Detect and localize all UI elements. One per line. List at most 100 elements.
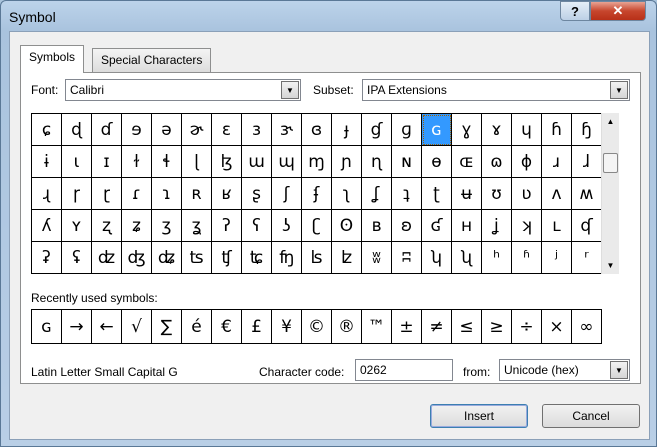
symbol-cell[interactable]: ɵ: [422, 146, 452, 178]
symbol-cell[interactable]: ɜ: [242, 114, 272, 146]
symbol-cell[interactable]: ʚ: [392, 210, 422, 242]
scroll-up-icon[interactable]: ▲: [602, 117, 619, 126]
symbol-cell[interactable]: ʬ: [362, 242, 392, 274]
symbol-cell[interactable]: ɳ: [362, 146, 392, 178]
symbol-cell[interactable]: ɯ: [242, 146, 272, 178]
close-button[interactable]: ✕: [590, 1, 646, 21]
symbol-cell[interactable]: ʯ: [452, 242, 482, 274]
symbol-cell[interactable]: ʃ: [272, 178, 302, 210]
symbol-cell[interactable]: ɩ: [62, 146, 92, 178]
symbol-cell[interactable]: ʀ: [182, 178, 212, 210]
symbol-cell[interactable]: ʤ: [122, 242, 152, 274]
symbol-cell[interactable]: ʊ: [482, 178, 512, 210]
subset-select[interactable]: IPA Extensions ▼: [362, 79, 630, 101]
symbol-cell[interactable]: ʎ: [32, 210, 62, 242]
symbol-cell[interactable]: ʘ: [332, 210, 362, 242]
recent-symbol-cell[interactable]: ¥: [272, 310, 302, 344]
symbol-cell[interactable]: ʭ: [392, 242, 422, 274]
symbol-cell[interactable]: ɟ: [332, 114, 362, 146]
recent-symbol-cell[interactable]: ←: [92, 310, 122, 344]
symbol-cell[interactable]: ɹ: [542, 146, 572, 178]
insert-button[interactable]: Insert: [430, 404, 528, 428]
symbol-cell[interactable]: ʳ: [572, 242, 602, 274]
symbol-cell[interactable]: ʝ: [482, 210, 512, 242]
char-code-input[interactable]: 0262: [355, 359, 453, 381]
symbol-cell[interactable]: ʠ: [572, 210, 602, 242]
symbol-cell[interactable]: ɮ: [212, 146, 242, 178]
symbol-cell[interactable]: ʒ: [152, 210, 182, 242]
symbol-cell[interactable]: ʇ: [392, 178, 422, 210]
symbol-cell[interactable]: ʓ: [182, 210, 212, 242]
recent-symbol-cell[interactable]: ±: [392, 310, 422, 344]
symbol-cell[interactable]: ʏ: [62, 210, 92, 242]
symbol-cell[interactable]: ʢ: [62, 242, 92, 274]
symbol-cell[interactable]: ʩ: [272, 242, 302, 274]
help-button[interactable]: ?: [560, 1, 590, 21]
symbol-cell[interactable]: ʖ: [272, 210, 302, 242]
symbol-cell[interactable]: ʨ: [242, 242, 272, 274]
symbol-cell[interactable]: ɣ: [452, 114, 482, 146]
symbol-cell[interactable]: ʜ: [452, 210, 482, 242]
symbol-cell[interactable]: ɬ: [152, 146, 182, 178]
symbol-cell[interactable]: ʈ: [422, 178, 452, 210]
recent-symbol-cell[interactable]: €: [212, 310, 242, 344]
symbol-cell[interactable]: ɢ: [422, 114, 452, 146]
symbol-cell[interactable]: ɨ: [32, 146, 62, 178]
symbol-cell[interactable]: ɰ: [272, 146, 302, 178]
recent-symbols[interactable]: ɢ → ← √ ∑ é € £ ¥ © ® ™ ± ≠ ≤ ≥ ÷ × ∞: [31, 309, 602, 344]
symbol-cell[interactable]: ʅ: [332, 178, 362, 210]
recent-symbol-cell[interactable]: ®: [332, 310, 362, 344]
symbol-cell[interactable]: ɛ: [212, 114, 242, 146]
symbol-cell[interactable]: ɭ: [182, 146, 212, 178]
chevron-down-icon[interactable]: ▼: [610, 361, 628, 379]
symbol-cell[interactable]: ʞ: [512, 210, 542, 242]
symbol-cell[interactable]: ɤ: [482, 114, 512, 146]
symbol-cell[interactable]: ʗ: [302, 210, 332, 242]
chevron-down-icon[interactable]: ▼: [610, 81, 628, 99]
symbol-cell[interactable]: ʂ: [242, 178, 272, 210]
symbol-cell[interactable]: ɱ: [302, 146, 332, 178]
symbol-cell[interactable]: ɝ: [272, 114, 302, 146]
symbol-cell[interactable]: ʑ: [122, 210, 152, 242]
symbol-cell[interactable]: ɷ: [482, 146, 512, 178]
symbol-cell[interactable]: ɥ: [512, 114, 542, 146]
symbol-cell[interactable]: ɡ: [392, 114, 422, 146]
recent-symbol-cell[interactable]: ∑: [152, 310, 182, 344]
symbol-cell[interactable]: ɚ: [182, 114, 212, 146]
symbol-cell[interactable]: ɼ: [62, 178, 92, 210]
symbol-cell[interactable]: ʡ: [32, 242, 62, 274]
symbol-cell[interactable]: ɶ: [452, 146, 482, 178]
symbol-cell[interactable]: ɲ: [332, 146, 362, 178]
symbol-cell[interactable]: ɫ: [122, 146, 152, 178]
tab-special-characters[interactable]: Special Characters: [92, 48, 212, 72]
recent-symbol-cell[interactable]: é: [182, 310, 212, 344]
symbol-cell[interactable]: ʟ: [542, 210, 572, 242]
symbol-cell[interactable]: ʁ: [212, 178, 242, 210]
recent-symbol-cell[interactable]: √: [122, 310, 152, 344]
symbol-cell[interactable]: ɽ: [92, 178, 122, 210]
symbol-cell[interactable]: ʧ: [212, 242, 242, 274]
symbol-cell[interactable]: ʆ: [362, 178, 392, 210]
symbol-cell[interactable]: ɗ: [92, 114, 122, 146]
recent-symbol-cell[interactable]: ×: [542, 310, 572, 344]
scroll-down-icon[interactable]: ▼: [602, 261, 619, 270]
recent-symbol-cell[interactable]: →: [62, 310, 92, 344]
recent-symbol-cell[interactable]: ∞: [572, 310, 602, 344]
scroll-thumb[interactable]: [603, 153, 618, 173]
symbol-cell[interactable]: ʦ: [182, 242, 212, 274]
symbol-cell[interactable]: ɕ: [32, 114, 62, 146]
recent-symbol-cell[interactable]: ≥: [482, 310, 512, 344]
symbol-cell[interactable]: ɻ: [32, 178, 62, 210]
symbol-cell[interactable]: ɦ: [542, 114, 572, 146]
recent-symbol-cell[interactable]: ≤: [452, 310, 482, 344]
symbol-cell[interactable]: ə: [152, 114, 182, 146]
symbol-cell[interactable]: ʫ: [332, 242, 362, 274]
symbol-cell[interactable]: ɘ: [122, 114, 152, 146]
symbol-cell[interactable]: ʮ: [422, 242, 452, 274]
symbol-cell[interactable]: ɺ: [572, 146, 602, 178]
symbol-cell[interactable]: ɠ: [362, 114, 392, 146]
symbol-cell[interactable]: ɾ: [122, 178, 152, 210]
symbol-cell[interactable]: ʔ: [212, 210, 242, 242]
grid-scrollbar[interactable]: ▲ ▼: [601, 113, 619, 274]
recent-symbol-cell[interactable]: ≠: [422, 310, 452, 344]
